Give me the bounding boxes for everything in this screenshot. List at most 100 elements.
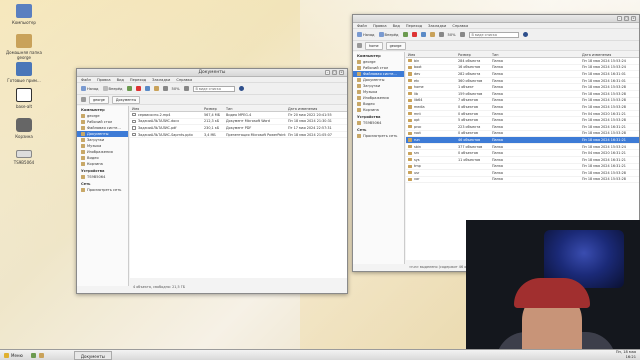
table-row[interactable]: sbin 377 объектов Папка Пн 18 мая 2024 15:5… [406,144,639,151]
table-row[interactable]: var Папка Пн 18 мая 2024 15:53:28 [406,177,639,184]
minimize-button[interactable]: – [617,16,622,21]
table-row[interactable]: run 46 объектов Папка Пн 18 мая 2024 16:31:… [406,137,639,144]
breadcrumb-george[interactable]: george [89,95,109,104]
menu-go[interactable]: Переход [130,78,146,82]
sidebar-item-device[interactable]: TS9B5064 [77,174,128,180]
sidebar-item-trash[interactable]: Корзина [353,107,404,113]
table-row[interactable]: etc 360 объектов Папка Пн 18 мая 2024 16:31… [406,78,639,85]
up-icon[interactable] [126,86,132,91]
table-row[interactable]: bin 284 объекта Папка Пн 18 мая 2024 15:53:… [406,58,639,65]
sidebar-item-browse-network[interactable]: Просмотреть сеть [77,187,128,193]
search-icon[interactable] [522,32,528,37]
breadcrumb-documents[interactable]: Документы [111,95,141,104]
sidebar-item-browse-network[interactable]: Просмотреть сеть [353,133,404,139]
desktop-icon-drive[interactable]: TS9B5064 [0,150,48,165]
sidebar-item-trash[interactable]: Корзина [77,161,128,167]
table-row[interactable]: srv 0 объектов Папка Пн 04 мая 2020 16:31:2… [406,150,639,157]
stop-icon[interactable] [411,32,417,37]
table-row[interactable]: proc 223 объекта Папка Пн 18 мая 2024 16:31… [406,124,639,131]
menu-bookmarks[interactable]: Закладки [428,24,446,28]
file-manager-window-documents[interactable]: Документы – □ × Файл Правка Вид Переход … [76,68,348,294]
menu-edit[interactable]: Правка [373,24,387,28]
title-bar[interactable]: Документы – □ × [77,69,347,77]
close-button[interactable]: × [339,70,344,75]
table-row[interactable]: opt 5 объектов Папка Пн 18 мая 2024 15:53:2… [406,117,639,124]
search-icon[interactable] [238,86,244,91]
column-date[interactable]: Дата изменения [580,53,639,57]
close-button[interactable]: × [631,16,636,21]
file-type: Папка [492,137,503,142]
table-row[interactable]: ЗадачиАЛЬТАЛИС.docx 212,3 кБ Документ Mi… [130,119,347,126]
table-row[interactable]: dev 282 объекта Папка Пн 18 мая 2024 16:31:… [406,71,639,78]
menu-view[interactable]: Вид [393,24,400,28]
zoom-in-icon[interactable] [459,32,465,37]
back-button[interactable]: Назад [81,86,99,91]
view-mode-select[interactable]: В виде списка [192,85,235,92]
edit-location-icon[interactable] [357,43,362,48]
column-size[interactable]: Размер [456,53,490,57]
table-row[interactable]: ЗадачиАЛЬТАЛИС.pdf 230,1 кБ Документ PDF… [130,125,347,132]
back-button[interactable]: Назад [357,32,375,37]
menu-file[interactable]: Файл [81,78,91,82]
home-icon[interactable] [429,32,435,37]
taskbar-task-documents[interactable]: Документы [73,350,112,360]
table-row[interactable]: mnt 0 объектов Папка Пн 04 мая 2020 16:31:2… [406,111,639,118]
stop-icon[interactable] [135,86,141,91]
desktop-icon-base-alt[interactable]: base-alt [0,88,48,109]
view-mode-select[interactable]: В виде списка [468,31,519,38]
minimize-button[interactable]: – [325,70,330,75]
maximize-button[interactable]: □ [624,16,629,21]
title-bar[interactable]: – □ × [353,15,639,23]
start-menu-button[interactable]: Меню [0,352,27,358]
forward-button[interactable]: Вперёд [102,86,123,91]
zoom-in-icon[interactable] [183,86,189,91]
files-icon[interactable] [38,352,44,358]
column-size[interactable]: Размер [202,107,224,111]
table-row[interactable]: usr Папка Пн 18 мая 2024 15:53:28 [406,170,639,177]
maximize-button[interactable]: □ [332,70,337,75]
breadcrumb-george[interactable]: george [385,41,406,50]
table-row[interactable]: ЗадачиАЛЬТАЛИС-Saprnts.pptx 3,4 МБ Презе… [130,132,347,139]
table-row[interactable]: lib64 7 объектов Папка Пн 18 мая 2024 15:53… [406,98,639,105]
terminal-icon[interactable] [30,352,36,358]
table-row[interactable]: root 0 объектов Папка Пн 18 мая 2024 15:53:… [406,131,639,138]
reload-icon[interactable] [420,32,426,37]
desktop-icon-examples[interactable]: Готовые прим... [0,62,48,83]
reload-icon[interactable] [144,86,150,91]
forward-button[interactable]: Вперёд [378,32,399,37]
table-row[interactable]: media 0 объектов Папка Пн 18 мая 2024 15:53… [406,104,639,111]
up-icon[interactable] [402,32,408,37]
home-icon[interactable] [153,86,159,91]
desktop-icon-computer[interactable]: Компьютер [0,4,48,25]
clock-date: Пн, 18 мая [615,350,636,354]
menu-help[interactable]: Справка [176,78,192,82]
menu-view[interactable]: Вид [117,78,124,82]
edit-location-icon[interactable] [81,97,86,102]
file-name: сервисосно-2.mp4 [138,112,171,117]
desktop-icon-trash[interactable]: Корзина [0,118,48,139]
desktop-icon-home[interactable]: Домашняя папка george [0,34,48,60]
menu-bookmarks[interactable]: Закладки [152,78,170,82]
table-row[interactable]: sys 11 объектов Папка Пн 18 мая 2024 16:31:… [406,157,639,164]
zoom-out-icon[interactable] [162,86,168,91]
breadcrumb-home[interactable]: home [365,41,383,50]
table-row[interactable]: tmp Папка Пн 18 мая 2024 16:31:21 [406,164,639,171]
sidebar-item-device[interactable]: TS9B5064 [353,120,404,126]
table-row[interactable]: lib 159 объектов Папка Пн 18 мая 2024 15:53… [406,91,639,98]
clock[interactable]: Пн, 18 мая 16:21 [616,350,636,359]
column-name[interactable]: Имя [130,107,202,111]
menu-edit[interactable]: Правка [97,78,111,82]
table-row[interactable]: home 1 объект Папка Пн 18 мая 2024 15:53:28 [406,84,639,91]
menu-go[interactable]: Переход [406,24,422,28]
column-date[interactable]: Дата изменения [286,107,346,111]
file-size: 0 объектов [458,151,478,156]
file-list[interactable]: Имя Размер Тип Дата изменения сервисосно… [130,106,347,278]
table-row[interactable]: boot 16 объектов Папка Пн 18 мая 2024 15:53… [406,65,639,72]
table-row[interactable]: сервисосно-2.mp4 567,4 МБ Видео MPEG-4 П… [130,112,347,119]
menu-file[interactable]: Файл [357,24,367,28]
column-type[interactable]: Тип [224,107,286,111]
column-name[interactable]: Имя [406,53,456,57]
column-type[interactable]: Тип [490,53,580,57]
menu-help[interactable]: Справка [452,24,468,28]
zoom-out-icon[interactable] [438,32,444,37]
